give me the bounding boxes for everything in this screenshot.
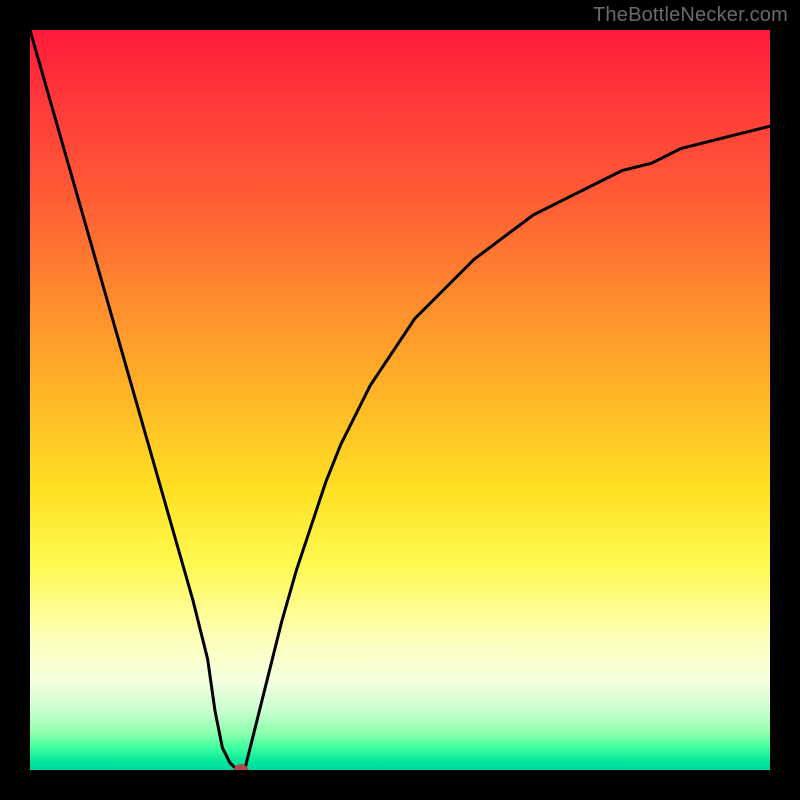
- bottleneck-curve: [30, 30, 770, 770]
- watermark-text: TheBottleNecker.com: [593, 4, 788, 27]
- chart-frame: TheBottleNecker.com: [0, 0, 800, 800]
- bottleneck-curve-svg: [30, 30, 770, 770]
- plot-area: [30, 30, 770, 770]
